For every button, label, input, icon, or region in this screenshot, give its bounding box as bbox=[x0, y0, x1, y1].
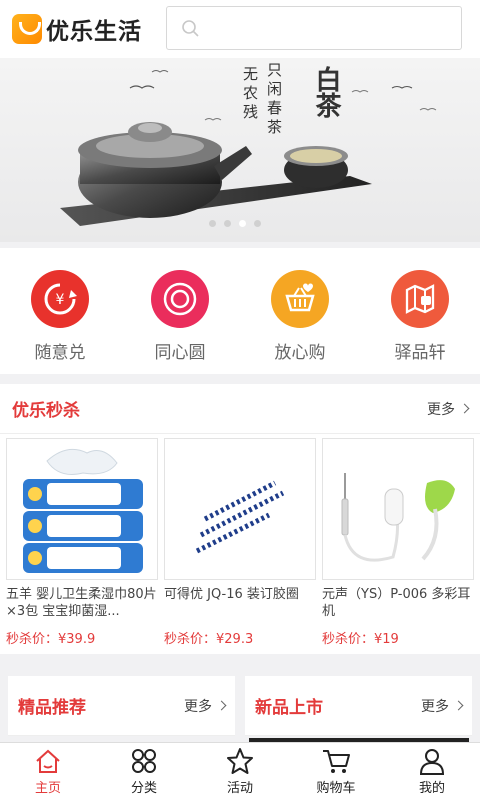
logo-text: 优乐生活 bbox=[46, 19, 142, 45]
tab-home[interactable]: 主页 bbox=[0, 743, 96, 800]
more-label: 更多 bbox=[184, 698, 212, 715]
banner-poem-line-2: 无农残 bbox=[241, 66, 259, 123]
flash-sale-header: 优乐秒杀 更多 bbox=[0, 384, 480, 434]
product-name[interactable]: 元声（YS）P-006 多彩耳机 bbox=[322, 586, 474, 622]
quick-entry-suiyidui[interactable]: ¥ 随意兑 bbox=[0, 248, 120, 374]
product-price: 秒杀价：¥29.3 bbox=[164, 632, 254, 647]
more-label: 更多 bbox=[427, 401, 455, 418]
product-card[interactable]: 元声（YS）P-006 多彩耳机 秒杀价：¥19 bbox=[322, 438, 474, 647]
banner-dot-active[interactable] bbox=[239, 220, 246, 227]
product-name[interactable]: 可得优 JQ-16 装订胶圈 bbox=[164, 586, 316, 622]
bottom-tab-bar: 主页 分类 活动 购物车 我的 bbox=[0, 742, 480, 800]
promo-banner[interactable]: 白茶 只闲春茶 无农残 bbox=[0, 58, 480, 242]
svg-text:¥: ¥ bbox=[56, 292, 65, 308]
app-header: 优乐生活 bbox=[0, 0, 480, 58]
product-card[interactable]: 可得优 JQ-16 装订胶圈 秒杀价：¥29.3 bbox=[164, 438, 316, 647]
product-image-earphones[interactable] bbox=[322, 438, 474, 580]
quick-entry-label: 放心购 bbox=[274, 343, 326, 363]
tab-profile[interactable]: 我的 bbox=[384, 743, 480, 800]
banner-dot[interactable] bbox=[254, 220, 261, 227]
tab-cart[interactable]: 购物车 bbox=[288, 743, 384, 800]
tab-label: 分类 bbox=[130, 781, 157, 796]
flash-sale-section: 优乐秒杀 更多 五羊 婴儿卫生柔湿巾80片×3包 宝宝抑菌湿... 秒杀价：¥3… bbox=[0, 384, 480, 654]
tab-label: 活动 bbox=[226, 781, 253, 796]
new-arrivals-panel-header: 新品上市 更多 bbox=[245, 676, 472, 736]
store-icon bbox=[391, 270, 449, 328]
home-icon bbox=[36, 749, 60, 773]
product-image-binding-comb[interactable] bbox=[164, 438, 316, 580]
search-icon bbox=[182, 20, 199, 37]
cart-icon bbox=[323, 750, 350, 773]
more-link[interactable]: 更多 bbox=[421, 696, 464, 716]
banner-poem-line-1: 只闲春茶 bbox=[265, 62, 283, 138]
banner-dot[interactable] bbox=[224, 220, 231, 227]
banner-pagination bbox=[209, 220, 261, 227]
banner-title: 白茶 bbox=[311, 66, 341, 118]
more-label: 更多 bbox=[421, 698, 449, 715]
product-card[interactable]: 五羊 婴儿卫生柔湿巾80片×3包 宝宝抑菌湿... 秒杀价：¥39.9 bbox=[6, 438, 158, 647]
more-link[interactable]: 更多 bbox=[427, 399, 470, 419]
quick-entry-tongxinyuan[interactable]: 同心圆 bbox=[120, 248, 240, 374]
product-list: 五羊 婴儿卫生柔湿巾80片×3包 宝宝抑菌湿... 秒杀价：¥39.9 可得优 … bbox=[0, 434, 480, 647]
chevron-right-icon bbox=[216, 700, 227, 711]
recommend-panels: 精品推荐 更多 新品上市 更多 bbox=[0, 676, 480, 736]
star-icon bbox=[227, 748, 253, 774]
quick-entry-yipinxuan[interactable]: 驿品轩 bbox=[360, 248, 480, 374]
section-title: 精品推荐 bbox=[18, 698, 86, 718]
chevron-right-icon bbox=[459, 403, 470, 414]
section-title: 新品上市 bbox=[255, 698, 323, 718]
tab-label: 我的 bbox=[418, 781, 445, 796]
basket-icon bbox=[271, 270, 329, 328]
quick-entry-label: 随意兑 bbox=[34, 343, 86, 363]
app-logo[interactable]: 优乐生活 bbox=[12, 12, 142, 46]
quick-entry-label: 驿品轩 bbox=[394, 343, 446, 363]
product-image-wipes[interactable] bbox=[6, 438, 158, 580]
exchange-icon: ¥ bbox=[31, 270, 89, 328]
search-input[interactable] bbox=[166, 6, 462, 50]
logo-smile-icon bbox=[12, 14, 42, 44]
more-link[interactable]: 更多 bbox=[184, 696, 227, 716]
concentric-circle-icon bbox=[151, 270, 209, 328]
category-icon bbox=[132, 749, 156, 773]
product-price: 秒杀价：¥39.9 bbox=[6, 632, 96, 647]
quick-entry-fangxingou[interactable]: 放心购 bbox=[240, 248, 360, 374]
tab-label: 主页 bbox=[34, 781, 61, 796]
quick-entry-grid: ¥ 随意兑 同心圆 放心购 驿品轩 bbox=[0, 248, 480, 374]
tab-activity[interactable]: 活动 bbox=[192, 743, 288, 800]
tab-label: 购物车 bbox=[316, 781, 356, 796]
featured-panel-header: 精品推荐 更多 bbox=[8, 676, 235, 736]
product-price: 秒杀价：¥19 bbox=[322, 632, 399, 647]
quick-entry-label: 同心圆 bbox=[154, 343, 206, 363]
banner-dot[interactable] bbox=[209, 220, 216, 227]
product-name[interactable]: 五羊 婴儿卫生柔湿巾80片×3包 宝宝抑菌湿... bbox=[6, 586, 158, 622]
chevron-right-icon bbox=[453, 700, 464, 711]
user-icon bbox=[419, 749, 445, 775]
section-title: 优乐秒杀 bbox=[12, 401, 80, 421]
tab-category[interactable]: 分类 bbox=[96, 743, 192, 800]
